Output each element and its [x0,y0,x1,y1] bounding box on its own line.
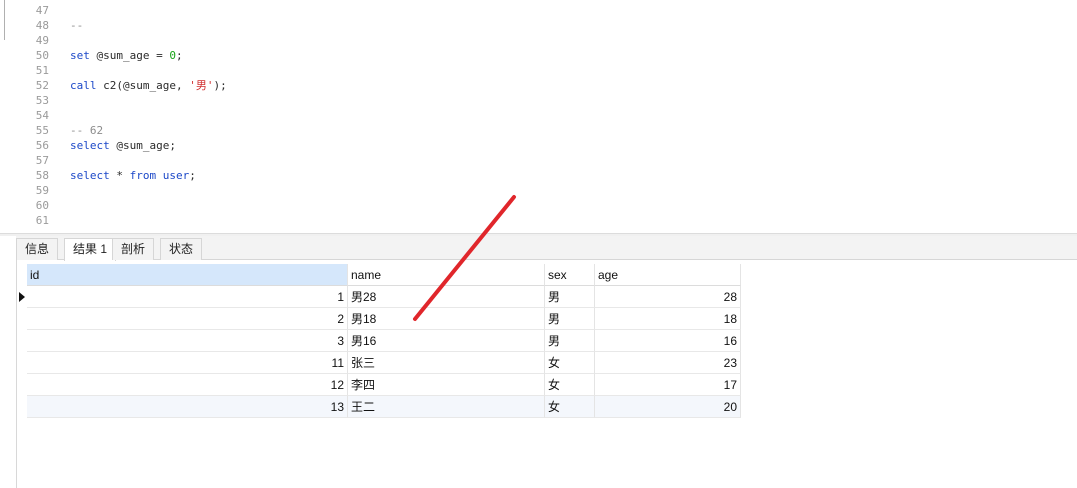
row-selector[interactable] [17,374,27,396]
cell-sex[interactable]: 男 [545,308,595,330]
line-number: 47 [35,4,49,17]
row-selector[interactable] [17,396,27,418]
line-number: 55 [35,124,49,137]
line-number: 49 [35,34,49,47]
tab-status[interactable]: 状态 [160,238,203,260]
line-number: 56 [35,139,49,152]
cell-age[interactable]: 17 [595,374,741,396]
code-token: c2(@sum_age, [96,79,190,92]
sql-editor[interactable]: 47 48 49 50 51 52 53 54 55 56 57 58 59 60 61 -- set @su… [0,0,1077,233]
line-number: 54 [35,109,49,122]
cell-age[interactable]: 28 [595,286,741,308]
line-number: 61 [35,214,49,227]
cell-sex[interactable]: 男 [545,286,595,308]
column-header-name[interactable]: name [348,264,545,286]
cell-id[interactable]: 2 [27,308,348,330]
code-line[interactable]: call c2(@sum_age, '男'); [70,78,227,94]
row-selector[interactable] [17,352,27,374]
line-number: 59 [35,184,49,197]
column-header-id[interactable]: id [27,264,348,286]
cell-name[interactable]: 李四 [348,374,545,396]
code-token: select [70,169,110,182]
code-token: 0 [169,49,176,62]
cell-id[interactable]: 11 [27,352,348,374]
code-token: -- [70,19,84,32]
code-line[interactable]: -- 62 [70,123,103,139]
cell-age[interactable]: 18 [595,308,741,330]
line-number: 52 [35,79,49,92]
code-token: -- 62 [70,124,104,137]
line-number: 50 [35,49,49,62]
column-header-sex[interactable]: sex [545,264,595,286]
code-token: from [129,169,157,182]
current-row-pointer-icon [19,292,25,302]
cell-sex[interactable]: 女 [545,352,595,374]
tab-result-1[interactable]: 结果 1 [64,238,117,261]
line-number: 60 [35,199,49,212]
row-selector[interactable] [17,286,27,308]
code-line[interactable]: -- [70,18,83,34]
line-number: 58 [35,169,49,182]
code-token: select [70,139,110,152]
cell-id[interactable]: 1 [27,286,348,308]
result-tab-bar: 信息 结果 1 剖析 状态 [16,236,1077,261]
cell-name[interactable]: 男18 [348,308,545,330]
column-header-age[interactable]: age [595,264,741,286]
code-token: * [109,169,130,182]
code-token: @sum_age; [109,139,176,152]
row-selector[interactable] [17,308,27,330]
code-token: '男' [189,79,214,92]
line-number: 53 [35,94,49,107]
code-token: call [70,79,97,92]
cell-age[interactable]: 20 [595,396,741,418]
code-token: ; [175,49,183,62]
code-line[interactable]: set @sum_age = 0; [70,48,183,64]
cell-name[interactable]: 张三 [348,352,545,374]
tab-info[interactable]: 信息 [16,238,59,260]
cell-name[interactable]: 王二 [348,396,545,418]
tab-profile[interactable]: 剖析 [112,238,155,260]
cell-name[interactable]: 男28 [348,286,545,308]
code-token: @sum_age = [89,49,170,62]
code-token: ; [189,169,196,182]
row-selector[interactable] [17,330,27,352]
code-token: user [162,169,190,182]
line-number: 48 [35,19,49,32]
line-number: 51 [35,64,49,77]
cell-sex[interactable]: 女 [545,374,595,396]
code-line[interactable]: select * from user; [70,168,196,184]
line-number-gutter: 47 48 49 50 51 52 53 54 55 56 57 58 59 60 61 [0,0,56,233]
code-line[interactable]: select @sum_age; [70,138,176,154]
cell-age[interactable]: 23 [595,352,741,374]
cell-id[interactable]: 3 [27,330,348,352]
cell-name[interactable]: 男16 [348,330,545,352]
cell-sex[interactable]: 男 [545,330,595,352]
code-token: set [70,49,90,62]
cell-age[interactable]: 16 [595,330,741,352]
code-token: ); [213,79,227,92]
cell-id[interactable]: 13 [27,396,348,418]
cell-id[interactable]: 12 [27,374,348,396]
cell-sex[interactable]: 女 [545,396,595,418]
line-number: 57 [35,154,49,167]
